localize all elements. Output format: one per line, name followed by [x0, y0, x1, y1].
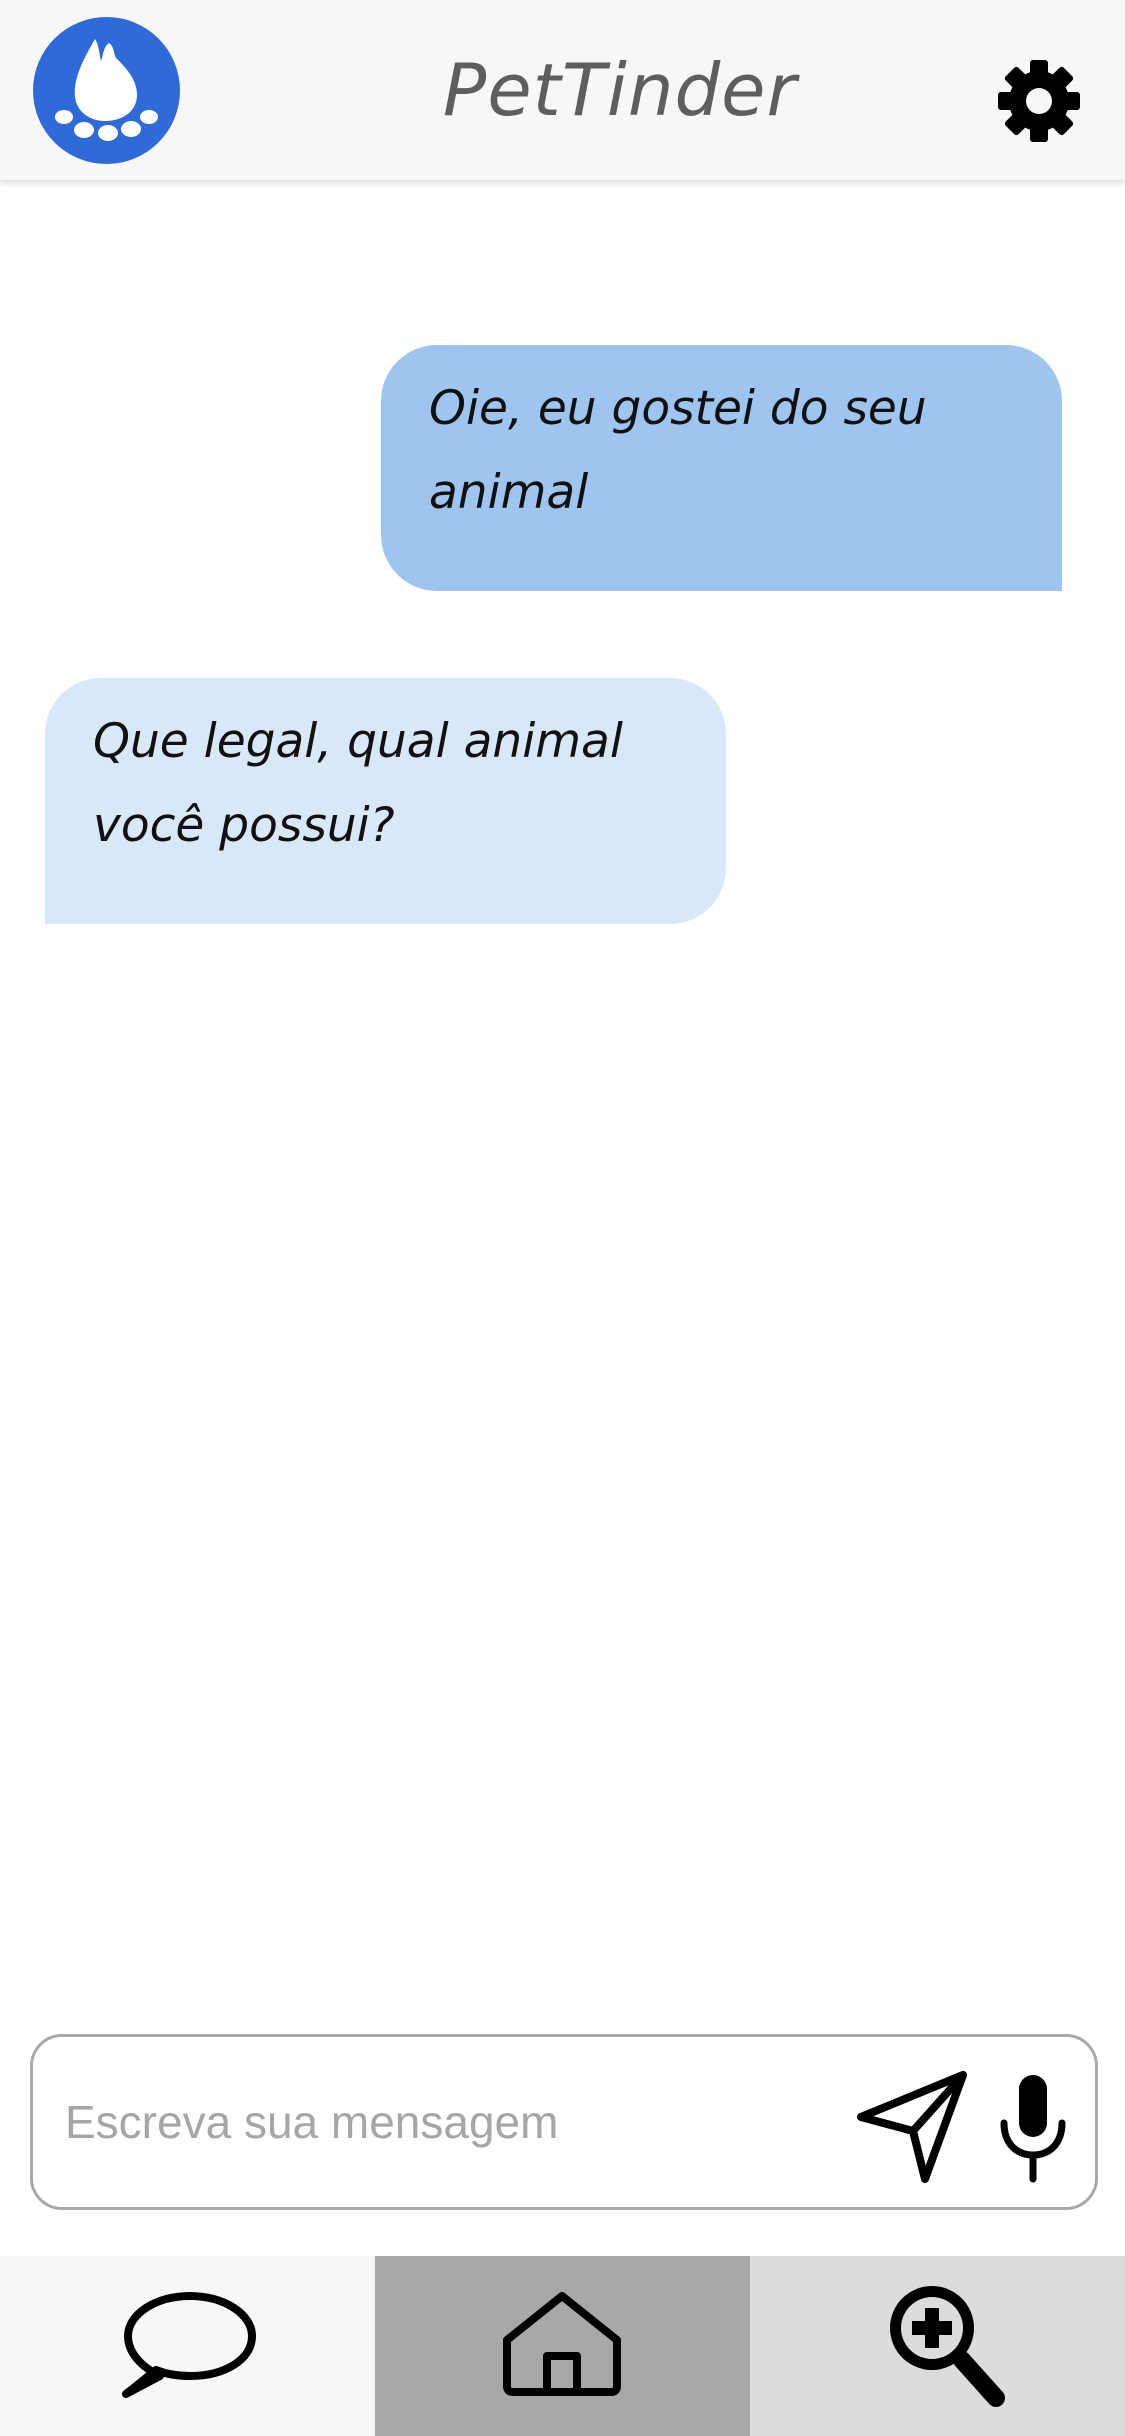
sent-message-bubble: Oie, eu gostei do seu animal — [381, 345, 1062, 591]
message-line: animal — [429, 465, 589, 520]
message-line: Que legal, qual animal — [93, 714, 623, 769]
paw-icon[interactable] — [33, 17, 180, 164]
send-icon[interactable] — [853, 2067, 973, 2187]
message-input[interactable] — [65, 2077, 845, 2167]
message-line: Oie, eu gostei do seu — [429, 381, 927, 436]
tab-chat[interactable] — [0, 2256, 375, 2436]
microphone-icon[interactable] — [988, 2067, 1078, 2187]
received-message-bubble: Que legal, qual animal você possui? — [45, 678, 726, 924]
zoom-in-icon — [890, 2286, 1005, 2407]
app-header: PetTinder — [0, 0, 1125, 180]
chat-screen: PetTinder Oie, eu gostei do seu animal Q… — [0, 0, 1125, 2436]
gear-icon[interactable] — [994, 56, 1084, 146]
message-composer — [30, 2034, 1098, 2210]
tab-search[interactable] — [750, 2256, 1125, 2436]
bottom-nav — [0, 2256, 1125, 2436]
tab-home[interactable] — [375, 2256, 750, 2436]
home-icon — [503, 2292, 621, 2396]
chat-bubble-icon — [122, 2292, 256, 2398]
message-line: você possui? — [93, 798, 395, 853]
app-title: PetTinder — [442, 48, 798, 132]
